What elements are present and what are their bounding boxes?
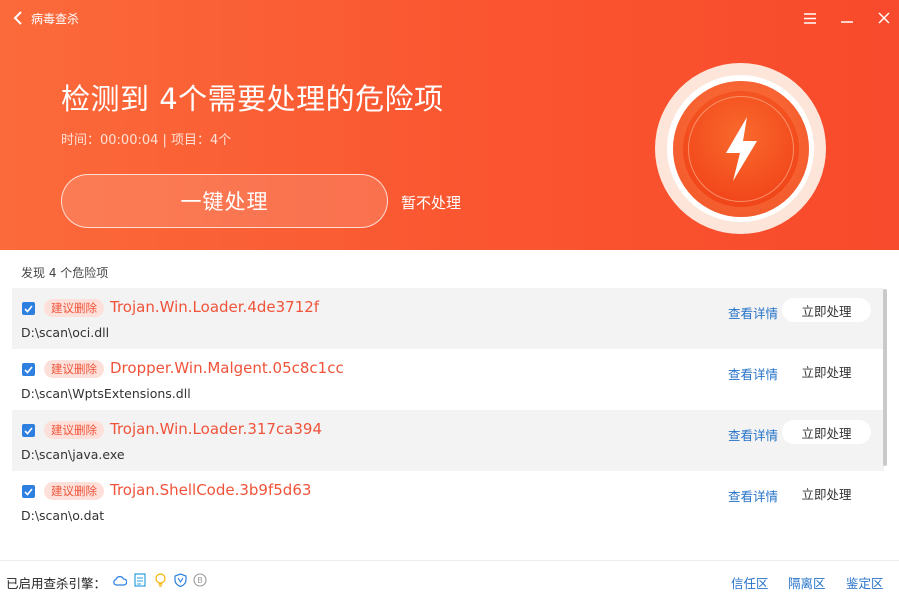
scan-meta: 时间：00:00:04 | 项目：4个 [61, 133, 232, 148]
row-checkbox[interactable] [22, 302, 35, 315]
suggest-delete-tag: 建议删除 [44, 421, 104, 439]
menu-icon [804, 12, 816, 24]
appraise-zone-link[interactable]: 鉴定区 [846, 573, 884, 592]
threat-row: 建议删除 Dropper.Win.Malgent.05c8c1cc D:\sca… [12, 349, 884, 410]
handle-now-button[interactable]: 立即处理 [782, 359, 871, 383]
cloud-icon [112, 572, 128, 588]
row-checkbox[interactable] [22, 424, 35, 437]
quarantine-zone-link[interactable]: 隔离区 [788, 573, 826, 592]
close-button[interactable] [873, 8, 895, 28]
scan-result-header: 病毒查杀 检测到 4个需要处理的危险项 时间：00:00:04 | 项目：4个 … [0, 0, 899, 250]
handle-now-button[interactable]: 立即处理 [782, 481, 871, 505]
threat-row: 建议删除 Trojan.ShellCode.3b9f5d63 D:\scan\o… [12, 471, 884, 532]
engine-status-label: 已启用查杀引擎： [6, 576, 107, 591]
skip-handling-link[interactable]: 暂不处理 [401, 192, 461, 213]
row-checkbox[interactable] [22, 363, 35, 376]
threat-row: 建议删除 Trojan.Win.Loader.317ca394 D:\scan\… [12, 410, 884, 471]
threat-name: Dropper.Win.Malgent.05c8c1cc [110, 359, 344, 377]
svg-text:B: B [197, 576, 202, 585]
checkmark-icon [24, 426, 33, 435]
view-details-link[interactable]: 查看详情 [728, 364, 778, 383]
suggest-delete-tag: 建议删除 [44, 360, 104, 378]
window-title: 病毒查杀 [31, 12, 80, 26]
menu-button[interactable] [799, 8, 821, 28]
engine-icon-group: B [112, 572, 208, 588]
file-path: D:\scan\WptsExtensions.dll [21, 386, 191, 401]
view-details-link[interactable]: 查看详情 [728, 425, 778, 444]
scan-headline: 检测到 4个需要处理的危险项 [61, 82, 444, 116]
found-count-label: 发现 4 个危险项 [21, 266, 109, 280]
danger-badge [655, 63, 826, 234]
threat-list: 建议删除 Trojan.Win.Loader.4de3712f D:\scan\… [12, 288, 884, 532]
handle-now-button[interactable]: 立即处理 [782, 298, 871, 322]
b-engine-icon: B [192, 572, 208, 588]
badge-core [672, 80, 809, 217]
handle-now-button[interactable]: 立即处理 [782, 420, 871, 444]
status-footer: 已启用查杀引擎： B 信任区 隔离区 鉴定区 [0, 560, 899, 597]
threat-name: Trojan.ShellCode.3b9f5d63 [110, 481, 312, 499]
view-details-link[interactable]: 查看详情 [728, 303, 778, 322]
minimize-icon [841, 21, 853, 23]
suggest-delete-tag: 建议删除 [44, 299, 104, 317]
document-scan-icon [132, 572, 148, 588]
threat-name: Trojan.Win.Loader.317ca394 [110, 420, 323, 438]
list-scrollbar[interactable] [883, 289, 887, 466]
bulb-icon [152, 572, 168, 588]
checkmark-icon [24, 365, 33, 374]
threat-name: Trojan.Win.Loader.4de3712f [110, 298, 320, 316]
minimize-button[interactable] [836, 8, 858, 28]
file-path: D:\scan\java.exe [21, 447, 125, 462]
title-bar: 病毒查杀 [0, 0, 899, 36]
file-path: D:\scan\oci.dll [21, 325, 110, 340]
threat-row: 建议删除 Trojan.Win.Loader.4de3712f D:\scan\… [12, 288, 884, 349]
back-button[interactable] [8, 9, 28, 27]
checkmark-icon [24, 304, 33, 313]
close-icon [878, 12, 890, 24]
lightning-icon [725, 116, 757, 181]
file-path: D:\scan\o.dat [21, 508, 105, 523]
chevron-left-icon [13, 11, 22, 25]
trust-zone-link[interactable]: 信任区 [731, 573, 769, 592]
handle-all-button[interactable]: 一键处理 [61, 174, 388, 228]
badge-ring [667, 75, 814, 222]
row-checkbox[interactable] [22, 485, 35, 498]
view-details-link[interactable]: 查看详情 [728, 486, 778, 505]
checkmark-icon [24, 487, 33, 496]
suggest-delete-tag: 建议删除 [44, 482, 104, 500]
shield-icon [172, 572, 188, 588]
badge-inner-ring [687, 95, 794, 202]
